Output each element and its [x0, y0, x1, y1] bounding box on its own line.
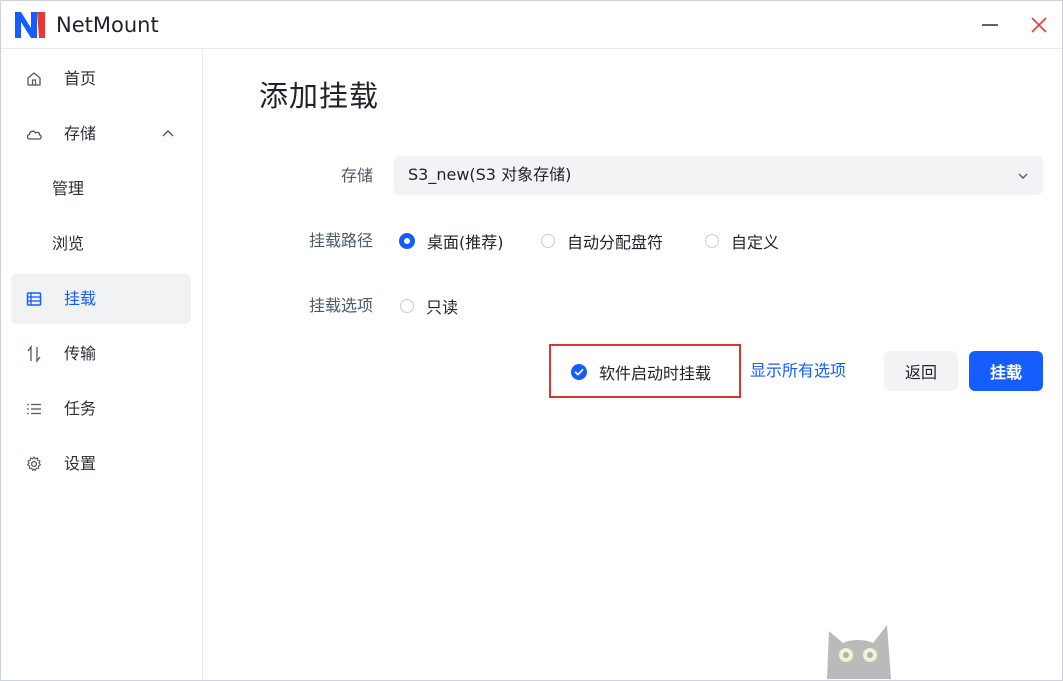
sidebar-item-label: 挂载	[64, 289, 97, 308]
sidebar-item-tasks[interactable]: 任务	[11, 384, 191, 434]
storage-select-value: S3_new(S3 对象存储)	[408, 165, 572, 184]
sidebar-item-label: 存储	[64, 124, 97, 143]
sidebar-item-storage[interactable]: 存储	[11, 109, 191, 159]
radio-unchecked-icon	[705, 234, 719, 248]
radio-label: 桌面(推荐)	[427, 233, 504, 252]
radio-label: 自动分配盘符	[567, 233, 664, 252]
mount-on-startup-highlight: 软件启动时挂载	[549, 344, 741, 398]
sidebar-item-manage[interactable]: 管理	[11, 164, 191, 214]
home-icon	[27, 72, 41, 86]
mount-button[interactable]: 挂载	[969, 351, 1043, 391]
close-icon	[1031, 17, 1047, 33]
close-button[interactable]	[1023, 9, 1055, 41]
cloud-icon	[26, 130, 42, 140]
main-content: 添加挂载 存储 S3_new(S3 对象存储) 挂载路径 桌面(推荐) 自动分配…	[203, 49, 1062, 680]
sidebar-item-label: 传输	[64, 344, 97, 363]
radio-checked-icon	[399, 233, 415, 249]
radio-unchecked-icon	[541, 234, 555, 248]
title-bar: NetMount	[1, 1, 1062, 49]
sidebar: 首页 存储 管理 浏览 挂载 传输 任务 设置	[1, 49, 203, 680]
sidebar-item-label: 任务	[64, 399, 97, 418]
back-button[interactable]: 返回	[884, 351, 958, 391]
sidebar-item-home[interactable]: 首页	[11, 54, 191, 104]
radio-custom[interactable]: 自定义	[705, 229, 779, 253]
chevron-down-icon	[1018, 173, 1028, 179]
sidebar-item-mount[interactable]: 挂载	[11, 274, 191, 324]
radio-auto-drive-letter[interactable]: 自动分配盘符	[541, 229, 663, 253]
transfer-icon	[27, 345, 41, 363]
show-all-options-link[interactable]: 显示所有选项	[750, 360, 846, 382]
radio-label: 自定义	[731, 233, 780, 252]
minimize-icon	[982, 24, 998, 26]
netmount-logo	[15, 12, 45, 38]
radio-unchecked-icon	[400, 299, 414, 313]
read-only-label: 只读	[426, 298, 459, 317]
sidebar-item-label: 首页	[64, 69, 97, 88]
mount-on-startup-checkbox[interactable]: 软件启动时挂载	[571, 360, 711, 384]
radio-desktop[interactable]: 桌面(推荐)	[399, 229, 504, 253]
app-title: NetMount	[56, 13, 159, 37]
read-only-option[interactable]: 只读	[400, 294, 458, 318]
tasks-icon	[27, 403, 41, 415]
sidebar-item-label: 管理	[52, 179, 85, 198]
sidebar-item-label: 设置	[64, 454, 97, 473]
sidebar-item-label: 浏览	[52, 234, 85, 253]
check-circle-icon	[571, 364, 587, 380]
sidebar-item-transfer[interactable]: 传输	[11, 329, 191, 379]
mount-options-label: 挂载选项	[308, 296, 373, 315]
minimize-button[interactable]	[974, 9, 1006, 41]
storage-select[interactable]: S3_new(S3 对象存储)	[394, 156, 1043, 195]
list-icon	[26, 292, 42, 306]
page-title: 添加挂载	[259, 79, 380, 113]
gear-icon	[26, 456, 42, 471]
chevron-up-icon[interactable]	[160, 126, 176, 142]
sidebar-item-settings[interactable]: 设置	[11, 439, 191, 489]
app-window: NetMount 首页 存储 管理 浏览 挂载 传输 任务 设置 添加挂载 存储…	[0, 0, 1063, 681]
storage-label: 存储	[340, 166, 373, 185]
cat-mascot-image	[827, 625, 891, 679]
sidebar-item-browse[interactable]: 浏览	[11, 219, 191, 269]
mount-on-startup-label: 软件启动时挂载	[599, 364, 712, 383]
mount-path-label: 挂载路径	[308, 231, 373, 250]
